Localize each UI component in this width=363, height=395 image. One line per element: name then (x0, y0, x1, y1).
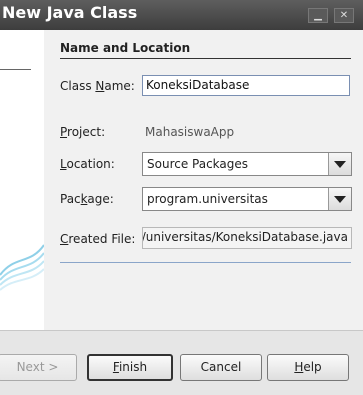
project-label: Project: (60, 125, 106, 139)
window-title: New Java Class (2, 3, 138, 22)
close-icon: ✕ (339, 10, 349, 21)
minimize-icon: ▁ (314, 10, 322, 21)
swirl-decoration-icon (0, 244, 44, 291)
location-select[interactable]: Source Packages (142, 152, 352, 176)
section-header: Name and Location (60, 41, 191, 55)
steps-pane (0, 30, 44, 330)
steps-divider (0, 69, 31, 70)
section-divider (60, 58, 351, 59)
package-select[interactable]: program.universitas (142, 187, 352, 211)
minimize-button[interactable]: ▁ (308, 8, 328, 23)
close-button[interactable]: ✕ (334, 8, 354, 23)
title-bar: New Java Class ▁ ✕ (0, 0, 363, 30)
class-name-label: Class Name: (60, 79, 135, 93)
package-label: Package: (60, 192, 114, 206)
help-button[interactable]: Help (267, 354, 349, 381)
finish-button[interactable]: Finish (87, 354, 173, 381)
location-value: Source Packages (147, 157, 249, 171)
created-file-field[interactable]: program/universitas/KoneksiDatabase.java (142, 227, 352, 249)
project-value: MahasiswaApp (145, 125, 235, 139)
chevron-down-icon[interactable] (328, 188, 351, 210)
dialog-content: Name and Location Class Name: KoneksiDat… (0, 30, 363, 330)
package-value: program.universitas (147, 192, 268, 206)
cancel-button[interactable]: Cancel (180, 354, 262, 381)
form-pane: Name and Location Class Name: KoneksiDat… (44, 30, 363, 330)
chevron-down-icon[interactable] (328, 153, 351, 175)
created-file-label: Created File: (60, 232, 136, 246)
button-bar: Next > Finish Cancel Help (0, 330, 363, 395)
form-bottom-divider (60, 262, 351, 263)
class-name-input[interactable]: KoneksiDatabase (142, 75, 350, 96)
location-label: Location: (60, 157, 115, 171)
next-button[interactable]: Next > (0, 354, 77, 381)
